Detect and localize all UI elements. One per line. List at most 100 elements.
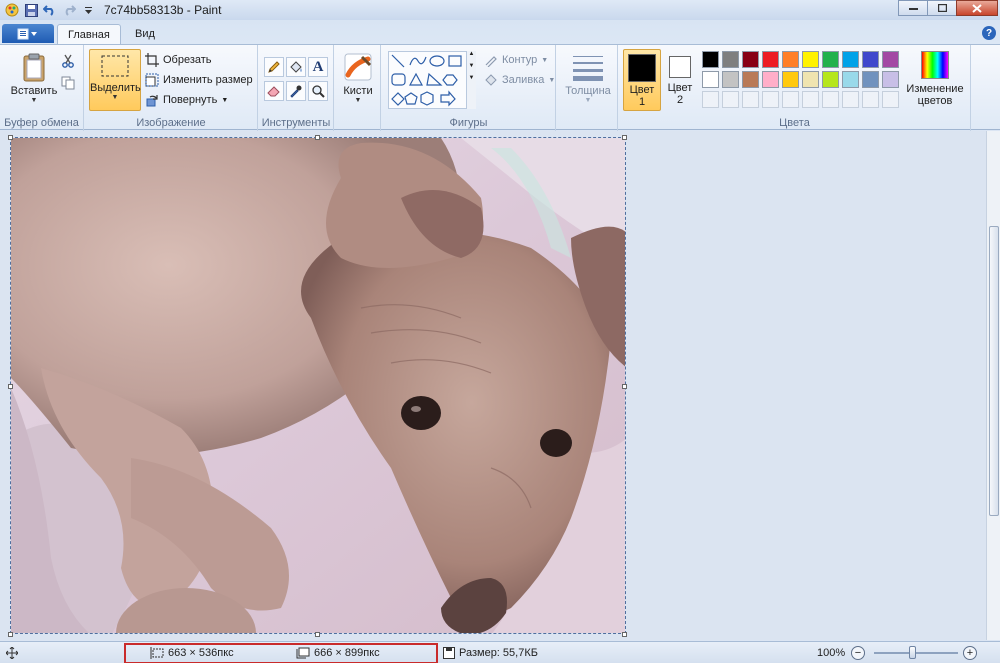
palette-swatch-empty[interactable] (782, 91, 799, 108)
palette-swatch-empty[interactable] (842, 91, 859, 108)
crop-icon (145, 53, 159, 67)
redo-icon[interactable] (61, 2, 77, 18)
title-bar: 7c74bb58313b - Paint (0, 0, 1000, 20)
close-button[interactable] (956, 0, 998, 16)
outline-button[interactable]: Контур ▼ (484, 51, 548, 69)
app-menu-button[interactable] (2, 24, 54, 43)
colors-group: Цвет 1 Цвет 2 Изменение цветов Цвета (619, 45, 971, 131)
thickness-button[interactable]: Толщина ▼ (563, 51, 613, 104)
palette-swatch[interactable] (862, 71, 879, 88)
text-icon[interactable]: A (308, 57, 328, 77)
resize-handle-bottom[interactable] (315, 632, 320, 637)
palette-swatch[interactable] (842, 51, 859, 68)
palette-swatch[interactable] (722, 71, 739, 88)
palette-swatch[interactable] (702, 51, 719, 68)
fill-icon[interactable] (286, 57, 306, 77)
paste-label: Вставить (10, 85, 58, 97)
palette-swatch[interactable] (742, 71, 759, 88)
copy-icon[interactable] (58, 73, 78, 93)
customize-qat-icon[interactable] (80, 2, 96, 18)
cursor-position-icon (6, 645, 18, 661)
zoom-out-button[interactable]: − (851, 646, 865, 660)
tab-view[interactable]: Вид (125, 24, 165, 44)
help-icon[interactable]: ? (982, 26, 996, 40)
palette-swatch-empty[interactable] (802, 91, 819, 108)
palette-swatch[interactable] (742, 51, 759, 68)
palette-swatch-empty[interactable] (822, 91, 839, 108)
resize-handle-left[interactable] (8, 384, 13, 389)
palette-swatch[interactable] (782, 71, 799, 88)
palette-swatch[interactable] (842, 71, 859, 88)
rotate-button[interactable]: Повернуть ▼ (145, 91, 228, 109)
resize-handle-right[interactable] (622, 384, 627, 389)
pencil-icon[interactable] (264, 57, 284, 77)
resize-button[interactable]: Изменить размер (145, 71, 253, 89)
palette-swatch-empty[interactable] (862, 91, 879, 108)
brushes-group: Кисти ▼ (335, 45, 381, 131)
crop-label: Обрезать (163, 54, 212, 66)
crop-button[interactable]: Обрезать (145, 51, 212, 69)
thickness-dropdown-icon: ▼ (584, 97, 592, 104)
palette-swatch[interactable] (762, 71, 779, 88)
palette-swatch[interactable] (822, 71, 839, 88)
fill-dropdown-icon: ▼ (548, 76, 556, 84)
color1-num: 1 (638, 96, 646, 108)
brushes-button[interactable]: Кисти ▼ (339, 51, 377, 104)
paste-button[interactable]: Вставить ▼ (8, 51, 60, 104)
resize-handle-bottom-left[interactable] (8, 632, 13, 637)
minimize-button[interactable] (898, 0, 928, 16)
scrollbar-thumb[interactable] (989, 226, 999, 516)
resize-handle-top-left[interactable] (8, 135, 13, 140)
cut-icon[interactable] (58, 51, 78, 71)
fill-shape-button[interactable]: Заливка ▼ (484, 71, 555, 89)
select-button[interactable]: Выделить ▼ (89, 49, 141, 111)
palette-swatch[interactable] (802, 71, 819, 88)
resize-icon (145, 73, 159, 87)
palette-swatch[interactable] (762, 51, 779, 68)
zoom-slider-thumb[interactable] (909, 646, 916, 659)
palette-swatch[interactable] (882, 71, 899, 88)
thickness-label: Толщина (565, 85, 611, 97)
palette-swatch-empty[interactable] (702, 91, 719, 108)
color2-button[interactable]: Цвет 2 (665, 49, 695, 111)
palette-swatch-empty[interactable] (882, 91, 899, 108)
resize-handle-top[interactable] (315, 135, 320, 140)
zoom-slider[interactable] (874, 652, 958, 654)
edit-colors-button[interactable]: Изменение цветов (905, 51, 965, 107)
image-group-label: Изображение (136, 117, 206, 129)
palette-swatch[interactable] (822, 51, 839, 68)
palette-swatch-empty[interactable] (762, 91, 779, 108)
palette-swatch[interactable] (782, 51, 799, 68)
palette-swatch[interactable] (882, 51, 899, 68)
paint-app-icon[interactable] (4, 2, 20, 18)
tab-home[interactable]: Главная (57, 24, 121, 44)
maximize-button[interactable] (927, 0, 957, 16)
palette-swatch[interactable] (722, 51, 739, 68)
resize-handle-bottom-right[interactable] (622, 632, 627, 637)
magnifier-icon[interactable] (308, 81, 328, 101)
palette-swatch[interactable] (702, 71, 719, 88)
palette-swatch-empty[interactable] (742, 91, 759, 108)
selection-size: 663 × 536пкс (150, 645, 234, 661)
image-canvas[interactable] (10, 137, 626, 634)
shapes-scroll[interactable]: ▲ ▼ ▼ (466, 51, 476, 109)
shapes-gallery[interactable] (388, 51, 476, 109)
color-picker-icon[interactable] (286, 81, 306, 101)
save-icon[interactable] (23, 2, 39, 18)
tools-group-label: Инструменты (261, 117, 331, 129)
resize-handle-top-right[interactable] (622, 135, 627, 140)
zoom-in-button[interactable]: + (963, 646, 977, 660)
brushes-label: Кисти (343, 85, 373, 97)
select-dropdown-icon: ▼ (111, 94, 119, 101)
vertical-scrollbar[interactable] (986, 131, 1000, 640)
disk-icon (443, 647, 455, 659)
brush-icon (342, 51, 374, 83)
palette-swatch[interactable] (862, 51, 879, 68)
eraser-icon[interactable] (264, 81, 284, 101)
quick-access-toolbar (0, 2, 96, 18)
palette-swatch[interactable] (802, 51, 819, 68)
undo-icon[interactable] (42, 2, 58, 18)
color1-button[interactable]: Цвет 1 (623, 49, 661, 111)
ribbon: Вставить ▼ Буфер обмена Выделить ▼ Обрез… (0, 44, 1000, 131)
palette-swatch-empty[interactable] (722, 91, 739, 108)
